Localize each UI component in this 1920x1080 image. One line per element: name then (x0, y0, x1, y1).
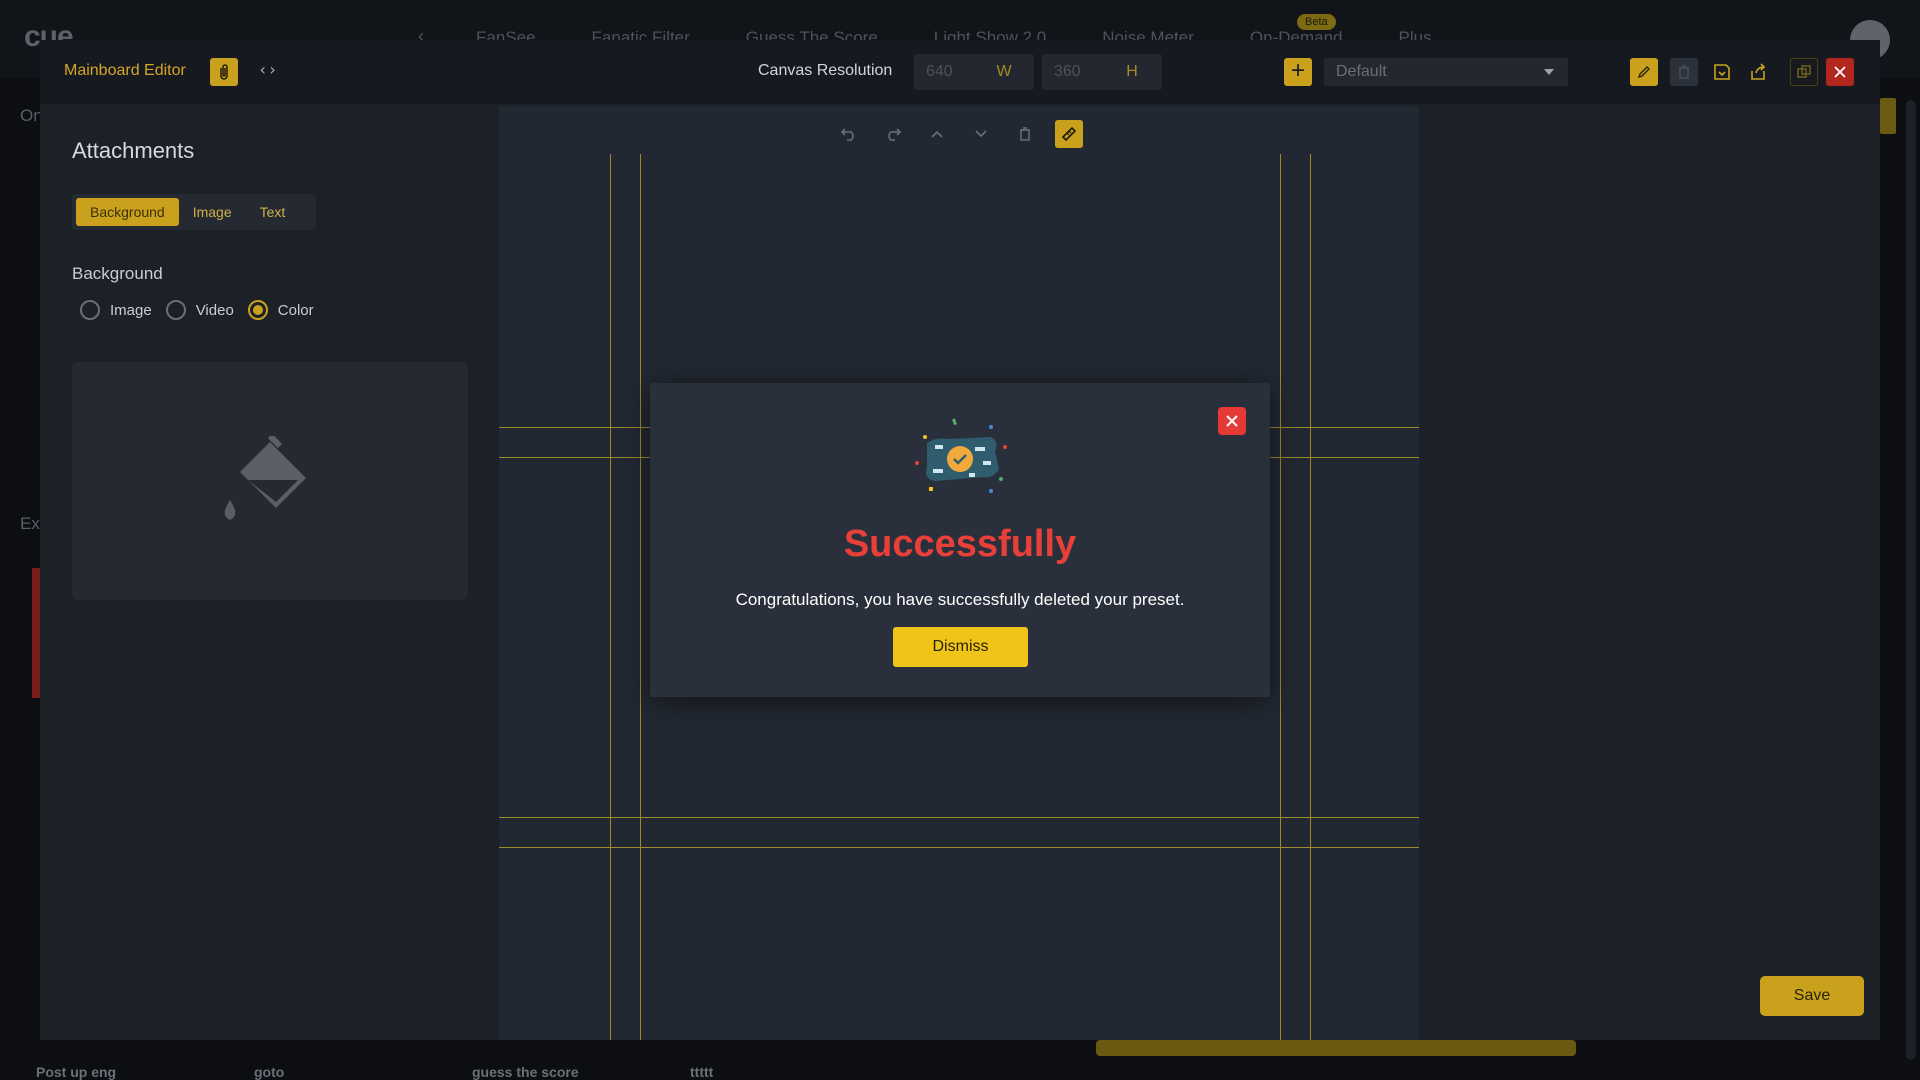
background-button (1880, 98, 1896, 134)
background-scrollbar (1906, 100, 1916, 1060)
guide-line-horizontal (499, 817, 1419, 818)
width-field[interactable]: 640 W (914, 54, 1034, 90)
ruler-icon[interactable] (1055, 120, 1083, 148)
edit-icon[interactable] (1630, 58, 1658, 86)
radio-circle[interactable] (165, 300, 186, 320)
success-illustration-icon (915, 418, 1007, 493)
guide-line-vertical (1310, 154, 1311, 1040)
guide-line-horizontal (499, 847, 1419, 848)
success-modal: Successfully Congratulations, you have s… (650, 383, 1270, 697)
canvas-toolbar (499, 120, 1419, 148)
trash-icon[interactable] (1011, 120, 1039, 148)
height-field[interactable]: 360 H (1042, 54, 1162, 90)
modal-message: Congratulations, you have successfully d… (735, 590, 1185, 609)
list-item: guess the score (472, 1064, 579, 1080)
tab-text[interactable]: Text (246, 198, 300, 226)
width-unit: W (996, 63, 1012, 80)
undo-icon[interactable] (835, 120, 863, 148)
radio-color[interactable]: Color (247, 300, 314, 320)
editor-title: Mainboard Editor (64, 62, 186, 79)
canvas-resolution-label: Canvas Resolution (758, 62, 893, 79)
background-section-label: Background (72, 264, 163, 283)
attachments-title: Attachments (72, 138, 195, 163)
radio-label: Video (195, 301, 234, 319)
background-type-radios: Image Video Color (80, 300, 328, 320)
close-icon[interactable] (1826, 58, 1854, 86)
tab-image[interactable]: Image (179, 198, 246, 226)
share-icon[interactable] (1744, 58, 1772, 86)
paint-bucket-icon (224, 436, 306, 520)
move-down-icon[interactable] (967, 120, 995, 148)
chevron-down-icon (1544, 69, 1554, 75)
preset-select-value: Default (1336, 63, 1387, 80)
save-button[interactable]: Save (1760, 976, 1864, 1016)
radio-label: Image (110, 301, 152, 319)
code-icon[interactable]: ‹› (258, 60, 277, 79)
list-item: ttttt (690, 1064, 714, 1080)
attachment-tabs: Background Image Text (72, 194, 316, 230)
radio-video[interactable]: Video (165, 300, 234, 320)
list-item: Post up eng (36, 1064, 117, 1080)
background-card (32, 568, 40, 698)
beta-badge: Beta (1297, 14, 1336, 30)
radio-image[interactable]: Image (80, 300, 152, 320)
height-value: 360 (1054, 63, 1081, 80)
preset-select[interactable]: Default (1324, 58, 1568, 86)
modal-close-icon[interactable] (1218, 407, 1246, 435)
radio-circle[interactable] (247, 300, 268, 320)
guide-line-vertical (640, 154, 641, 1040)
background-progress-bar (1096, 1040, 1576, 1056)
height-unit: H (1126, 63, 1138, 80)
editor-header: Mainboard Editor ‹› Canvas Resolution 64… (40, 40, 1880, 104)
guide-line-vertical (610, 154, 611, 1040)
delete-icon[interactable] (1670, 58, 1698, 86)
paperclip-icon[interactable] (210, 58, 238, 86)
tab-background[interactable]: Background (76, 198, 179, 226)
background-bottom-labels: Post up eng goto guess the score ttttt (36, 1064, 908, 1080)
redo-icon[interactable] (879, 120, 907, 148)
background-left-label: Ex (20, 514, 40, 533)
color-swatch-picker[interactable] (72, 362, 468, 600)
move-up-icon[interactable] (923, 120, 951, 148)
radio-circle[interactable] (80, 300, 100, 320)
add-preset-button[interactable]: + (1284, 58, 1312, 86)
dismiss-button[interactable]: Dismiss (893, 627, 1028, 667)
save-preset-icon[interactable] (1708, 58, 1736, 86)
modal-title: Successfully (843, 523, 1077, 565)
guide-line-vertical (1280, 154, 1281, 1040)
width-value: 640 (926, 63, 953, 80)
list-item: goto (254, 1064, 285, 1080)
radio-label: Color (277, 301, 314, 319)
duplicate-icon[interactable] (1790, 58, 1818, 86)
